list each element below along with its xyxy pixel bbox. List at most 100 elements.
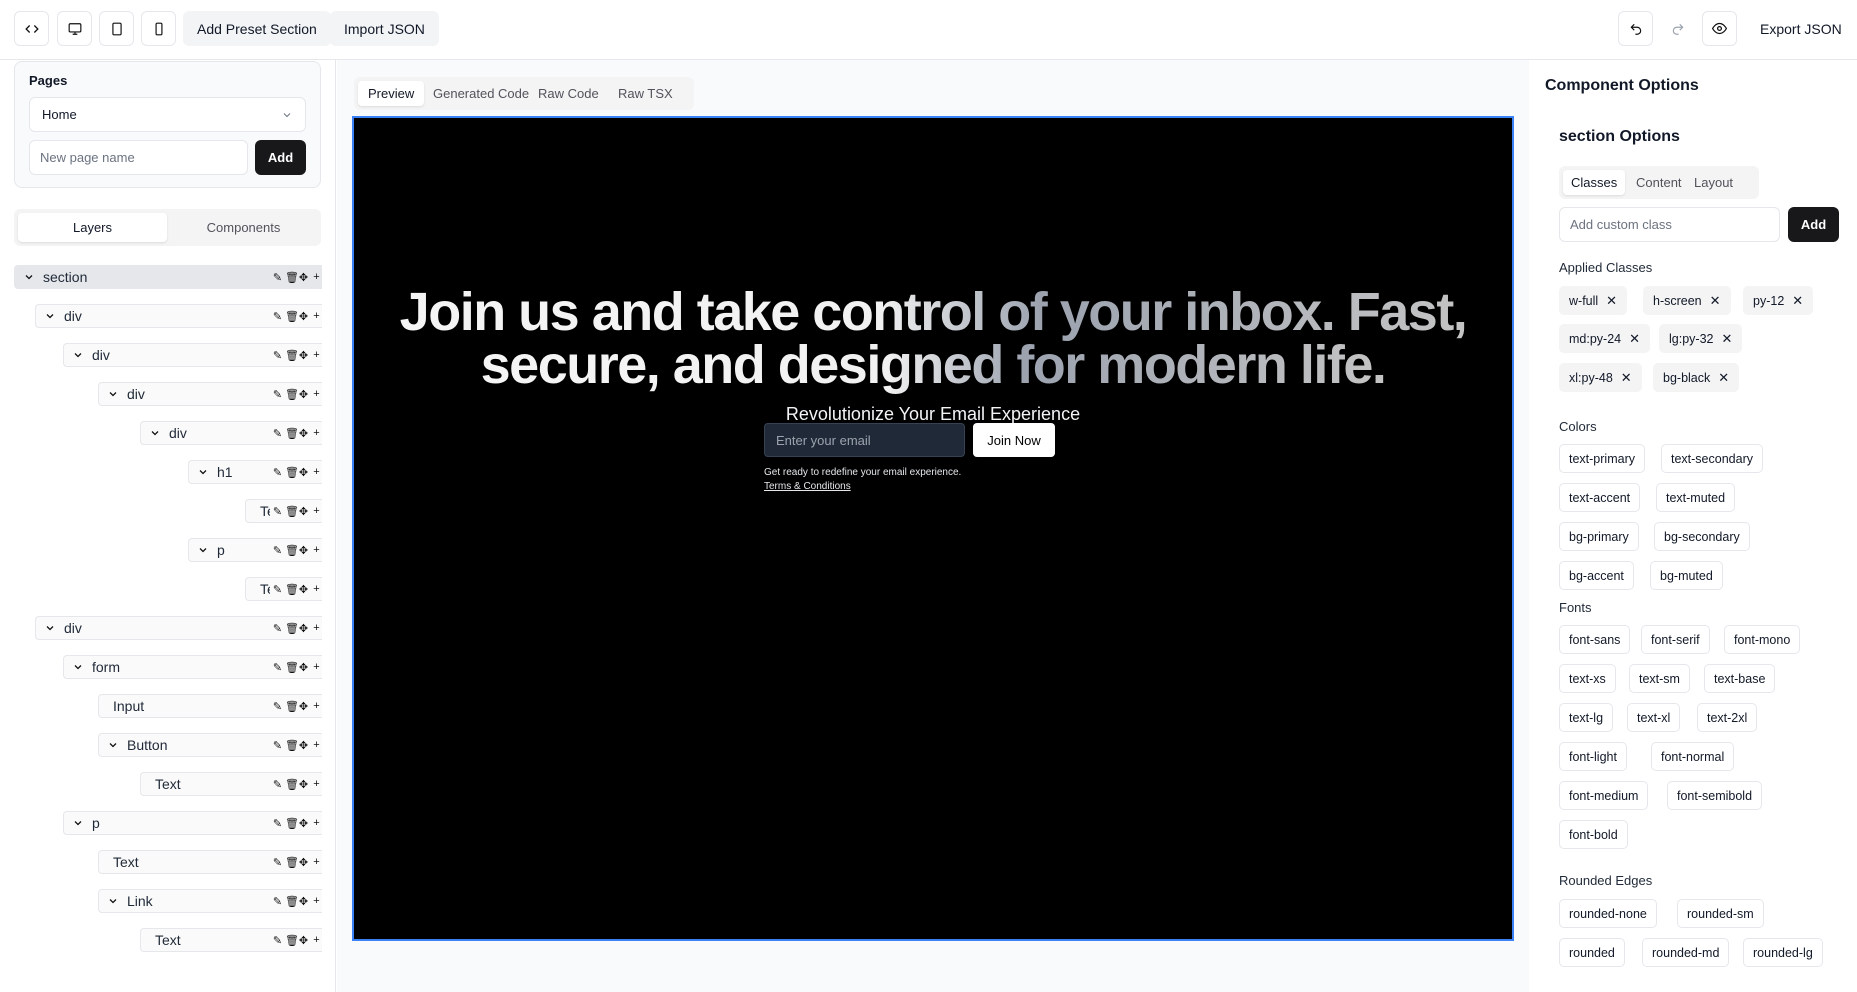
move-icon[interactable]: ✥: [298, 817, 309, 830]
tab-layout[interactable]: Layout: [1686, 170, 1741, 195]
tab-preview[interactable]: Preview: [358, 81, 425, 106]
plus-icon[interactable]: +: [311, 310, 322, 322]
font-class-chip[interactable]: font-light: [1559, 742, 1627, 771]
trash-icon[interactable]: 🗑: [285, 934, 299, 947]
edit-icon[interactable]: ✎: [272, 856, 283, 869]
layer-node[interactable]: Text✎🗑✥+: [140, 928, 322, 952]
color-class-chip[interactable]: text-primary: [1559, 444, 1645, 473]
plus-icon[interactable]: +: [311, 427, 322, 439]
move-icon[interactable]: ✥: [298, 544, 309, 557]
move-icon[interactable]: ✥: [298, 427, 309, 440]
applied-class-chip[interactable]: lg:py-32 ✕: [1659, 324, 1743, 353]
font-class-chip[interactable]: font-serif: [1641, 625, 1710, 654]
move-icon[interactable]: ✥: [298, 622, 309, 635]
applied-class-chip[interactable]: md:py-24 ✕: [1559, 324, 1651, 353]
remove-icon[interactable]: ✕: [1629, 331, 1640, 347]
layer-node[interactable]: Text✎🗑✥+: [98, 850, 322, 874]
trash-icon[interactable]: 🗑: [285, 271, 299, 284]
edit-icon[interactable]: ✎: [272, 622, 283, 635]
edit-icon[interactable]: ✎: [272, 661, 283, 674]
rounded-class-chip[interactable]: rounded-md: [1642, 938, 1730, 967]
move-icon[interactable]: ✥: [298, 349, 309, 362]
tablet-view-button[interactable]: [99, 11, 134, 46]
layer-node[interactable]: Button ✎ 🗑 ✥ +: [98, 733, 322, 757]
edit-icon[interactable]: ✎: [272, 778, 283, 791]
layer-node[interactable]: div ✎ 🗑 ✥ +: [140, 421, 322, 445]
font-class-chip[interactable]: font-semibold: [1667, 781, 1763, 810]
trash-icon[interactable]: 🗑: [285, 544, 299, 557]
trash-icon[interactable]: 🗑: [285, 388, 299, 401]
add-preset-section-button[interactable]: Add Preset Section: [183, 11, 331, 46]
color-class-chip[interactable]: bg-accent: [1559, 561, 1634, 590]
layer-node[interactable]: section ✎ 🗑 ✥ +: [14, 265, 322, 289]
tab-components[interactable]: Components: [169, 213, 318, 242]
tab-generated-code[interactable]: Generated Code: [423, 81, 539, 106]
font-class-chip[interactable]: font-sans: [1559, 625, 1631, 654]
move-icon[interactable]: ✥: [298, 271, 309, 284]
edit-icon[interactable]: ✎: [272, 466, 283, 479]
move-icon[interactable]: ✥: [298, 583, 309, 596]
plus-icon[interactable]: +: [311, 271, 322, 283]
applied-class-chip[interactable]: xl:py-48 ✕: [1559, 363, 1642, 392]
chevron-down-icon[interactable]: [197, 544, 209, 556]
plus-icon[interactable]: +: [311, 622, 322, 634]
trash-icon[interactable]: 🗑: [285, 349, 299, 362]
rounded-class-chip[interactable]: rounded: [1559, 938, 1625, 967]
edit-icon[interactable]: ✎: [272, 349, 283, 362]
layer-node[interactable]: h1 ✎ 🗑 ✥ +: [188, 460, 322, 484]
font-class-chip[interactable]: font-medium: [1559, 781, 1649, 810]
chevron-down-icon[interactable]: [107, 895, 119, 907]
trash-icon[interactable]: 🗑: [285, 778, 299, 791]
preview-section[interactable]: Join us and take control of your inbox. …: [352, 116, 1514, 941]
edit-icon[interactable]: ✎: [272, 544, 283, 557]
edit-icon[interactable]: ✎: [272, 583, 283, 596]
rounded-class-chip[interactable]: rounded-none: [1559, 899, 1657, 928]
layer-node[interactable]: Text✎🗑✥+: [245, 499, 322, 523]
chevron-down-icon[interactable]: [72, 817, 84, 829]
applied-class-chip[interactable]: py-12 ✕: [1743, 286, 1814, 315]
move-icon[interactable]: ✥: [298, 778, 309, 791]
layer-node[interactable]: div ✎ 🗑 ✥ +: [63, 343, 322, 367]
new-page-name-input[interactable]: [29, 140, 248, 175]
layer-node[interactable]: p ✎ 🗑 ✥ +: [63, 811, 322, 835]
chevron-down-icon[interactable]: [23, 271, 35, 283]
edit-icon[interactable]: ✎: [272, 817, 283, 830]
edit-icon[interactable]: ✎: [272, 310, 283, 323]
applied-class-chip[interactable]: h-screen ✕: [1643, 286, 1731, 315]
font-class-chip[interactable]: font-mono: [1724, 625, 1801, 654]
trash-icon[interactable]: 🗑: [285, 856, 299, 869]
font-class-chip[interactable]: text-xs: [1559, 664, 1616, 693]
layer-node[interactable]: div ✎ 🗑 ✥ +: [35, 304, 322, 328]
layer-node[interactable]: Text✎🗑✥+: [140, 772, 322, 796]
tab-content[interactable]: Content: [1628, 170, 1690, 195]
font-class-chip[interactable]: font-normal: [1651, 742, 1735, 771]
trash-icon[interactable]: 🗑: [285, 310, 299, 323]
layer-node[interactable]: Link ✎ 🗑 ✥ +: [98, 889, 322, 913]
trash-icon[interactable]: 🗑: [285, 739, 299, 752]
trash-icon[interactable]: 🗑: [285, 700, 299, 713]
move-icon[interactable]: ✥: [298, 934, 309, 947]
export-json-button[interactable]: Export JSON: [1746, 11, 1856, 46]
trash-icon[interactable]: 🗑: [285, 895, 299, 908]
undo-button[interactable]: [1618, 11, 1653, 46]
remove-icon[interactable]: ✕: [1621, 370, 1632, 386]
edit-icon[interactable]: ✎: [272, 388, 283, 401]
move-icon[interactable]: ✥: [298, 310, 309, 323]
chevron-down-icon[interactable]: [44, 622, 56, 634]
plus-icon[interactable]: +: [311, 349, 322, 361]
chevron-down-icon[interactable]: [72, 661, 84, 673]
plus-icon[interactable]: +: [311, 544, 322, 556]
font-class-chip[interactable]: text-sm: [1629, 664, 1690, 693]
remove-icon[interactable]: ✕: [1718, 370, 1729, 386]
plus-icon[interactable]: +: [311, 661, 322, 673]
plus-icon[interactable]: +: [311, 739, 322, 751]
desktop-view-button[interactable]: [57, 11, 92, 46]
color-class-chip[interactable]: bg-muted: [1650, 561, 1723, 590]
code-view-button[interactable]: [14, 11, 49, 46]
import-json-button[interactable]: Import JSON: [330, 11, 439, 46]
edit-icon[interactable]: ✎: [272, 934, 283, 947]
hero-headline[interactable]: Join us and take control of your inbox. …: [354, 285, 1512, 392]
preview-toggle-button[interactable]: [1702, 11, 1737, 46]
layer-node[interactable]: div ✎ 🗑 ✥ +: [35, 616, 322, 640]
font-class-chip[interactable]: text-xl: [1627, 703, 1681, 732]
